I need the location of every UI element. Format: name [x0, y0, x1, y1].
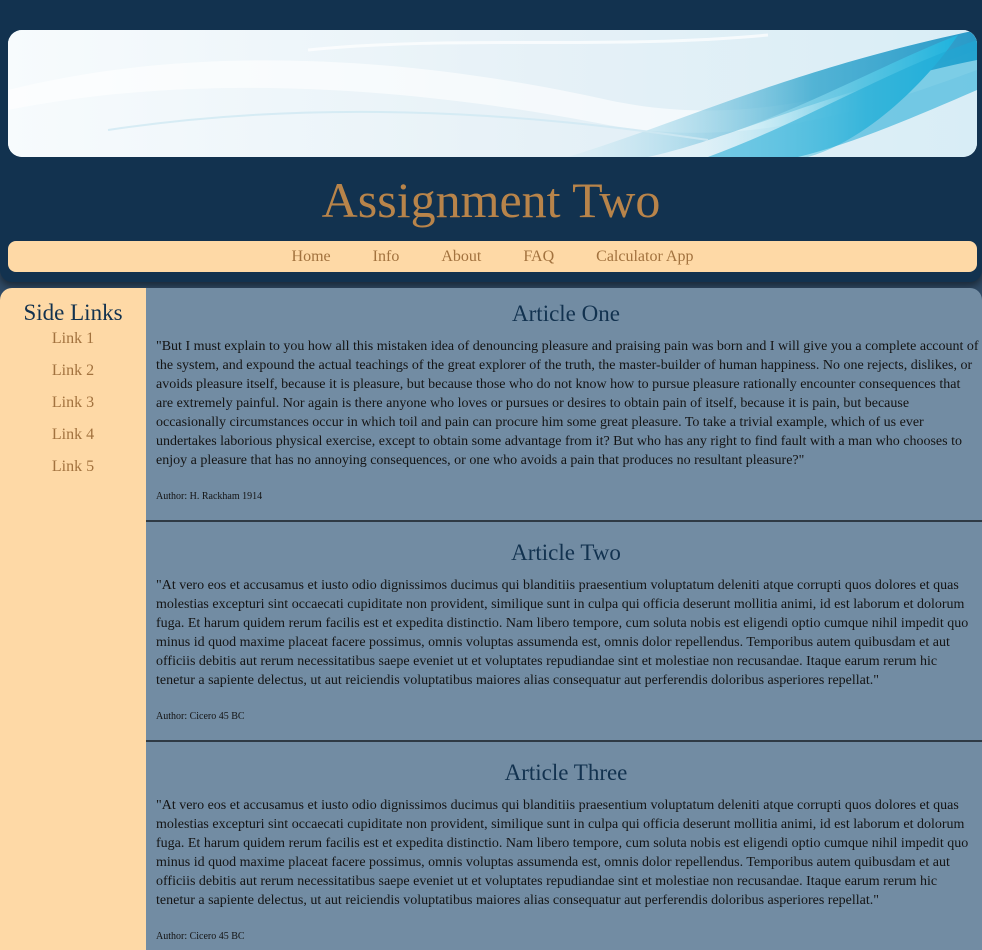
article-title: Article Three: [504, 760, 628, 785]
banner-wave-graphic: [8, 30, 977, 157]
page-title: Assignment Two: [321, 172, 661, 228]
nav-about-link[interactable]: About: [441, 241, 481, 272]
header-banner-image: [8, 30, 977, 157]
nav-info-link[interactable]: Info: [373, 241, 400, 272]
sidebar-link-1[interactable]: Link 1: [0, 327, 146, 359]
article-body: "But I must explain to you how all this …: [156, 339, 979, 468]
main-navigation: Home Info About FAQ Calculator App: [8, 241, 977, 272]
sidebar-link-2[interactable]: Link 2: [0, 359, 146, 391]
sidebar-link-4[interactable]: Link 4: [0, 423, 146, 455]
site-header: Assignment Two Home Info About FAQ Calcu…: [0, 0, 982, 282]
article-title: Article Two: [511, 540, 621, 565]
article-body: "At vero eos et accusamus et iusto odio …: [156, 578, 969, 688]
article-divider: [146, 520, 982, 522]
article-divider: [146, 740, 982, 742]
sidebar-links: Link 1 Link 2 Link 3 Link 4 Link 5: [0, 327, 146, 487]
article-author: Author: Cicero 45 BC: [156, 711, 245, 722]
nav-calculator-app-link[interactable]: Calculator App: [596, 241, 693, 272]
sidebar-title: Side Links: [23, 300, 123, 325]
sidebar-link-3[interactable]: Link 3: [0, 391, 146, 423]
article-author: Author: Cicero 45 BC: [156, 931, 245, 942]
main-content: Article One "But I must explain to you h…: [146, 288, 982, 950]
article-title: Article One: [512, 301, 620, 326]
article-body: "At vero eos et accusamus et iusto odio …: [156, 798, 969, 908]
nav-faq-link[interactable]: FAQ: [523, 241, 554, 272]
article-author: Author: H. Rackham 1914: [156, 491, 263, 502]
sidebar-link-5[interactable]: Link 5: [0, 455, 146, 487]
nav-home-link[interactable]: Home: [292, 241, 331, 272]
